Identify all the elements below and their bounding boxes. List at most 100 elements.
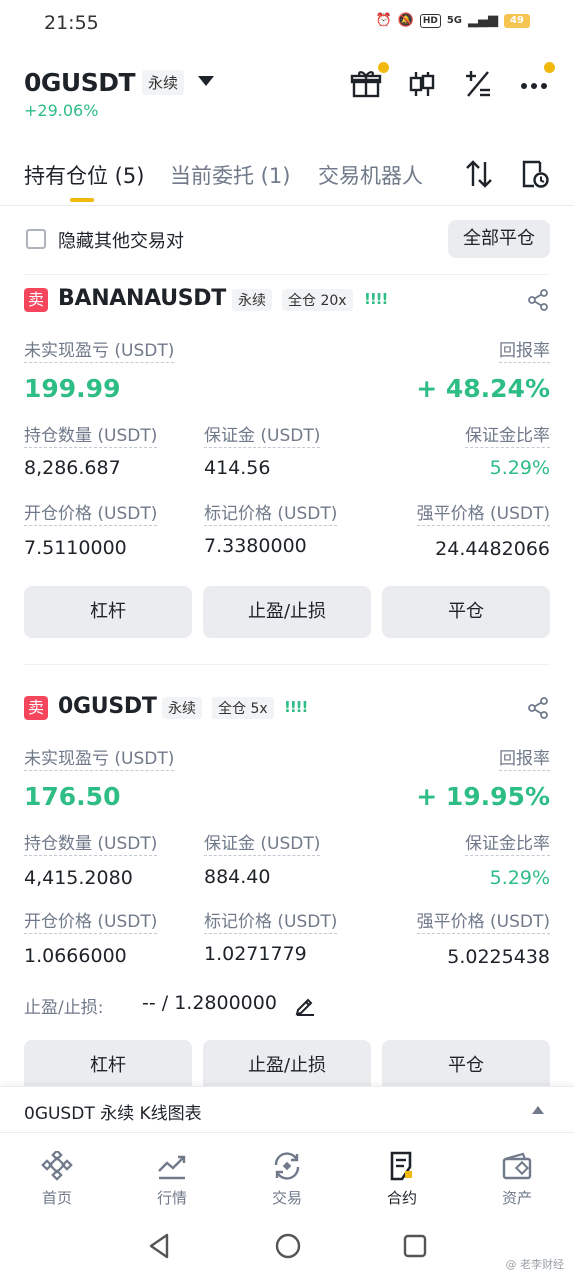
tab-positions[interactable]: 持有仓位 (5) xyxy=(24,160,144,190)
nav-label: 资产 xyxy=(501,1189,532,1207)
tpsl-button[interactable]: 止盈/止损 xyxy=(203,586,371,638)
edit-icon[interactable] xyxy=(294,994,316,1020)
unrealized-pnl-label[interactable]: 未实现盈亏 (USDT) xyxy=(24,340,175,363)
hd-icon: HD xyxy=(419,13,441,28)
alarm-icon: ⏰ xyxy=(375,13,392,28)
more-icon[interactable] xyxy=(518,68,550,100)
leverage-button[interactable]: 杠杆 xyxy=(24,586,192,638)
roi-label[interactable]: 回报率 xyxy=(499,748,550,771)
futures-icon xyxy=(390,1151,412,1181)
mark-price-value: 7.3380000 xyxy=(204,535,307,557)
calculator-icon[interactable] xyxy=(462,68,494,100)
contract-type-tag: 永续 xyxy=(232,289,272,311)
liq-price-value: 5.0225438 xyxy=(447,946,550,968)
size-value: 8,286.687 xyxy=(24,457,121,479)
bottom-nav: 首页 行情 交易 合约 资产 xyxy=(0,1132,574,1212)
kline-chart-bar[interactable]: 0GUSDT 永续 K线图表 xyxy=(0,1086,574,1132)
contract-type-tag: 永续 xyxy=(142,70,185,95)
symbol-header: 0GUSDT 永续 +29.06% xyxy=(0,60,574,130)
candlestick-icon[interactable] xyxy=(406,68,438,100)
margin-ratio-value: 5.29% xyxy=(489,867,550,889)
entry-price-value: 1.0666000 xyxy=(24,945,127,967)
symbol-title[interactable]: 0GUSDT xyxy=(24,68,136,97)
price-change: +29.06% xyxy=(24,101,99,120)
unrealized-pnl-label[interactable]: 未实现盈亏 (USDT) xyxy=(24,748,175,771)
close-position-button[interactable]: 平仓 xyxy=(382,1040,550,1086)
entry-price-label[interactable]: 开仓价格 (USDT) xyxy=(24,503,158,526)
status-icons: ⏰ 🔕 HD 5G ▂▄▆ 49 xyxy=(375,13,530,28)
wallet-icon xyxy=(502,1152,532,1180)
margin-label[interactable]: 保证金 (USDT) xyxy=(204,425,321,448)
tab-open-orders[interactable]: 当前委托 (1) xyxy=(170,160,290,190)
notification-dot xyxy=(378,62,389,73)
margin-ratio-label[interactable]: 保证金比率 xyxy=(465,425,550,448)
liq-price-label[interactable]: 强平价格 (USDT) xyxy=(416,503,550,526)
sort-icon[interactable] xyxy=(464,158,494,194)
margin-value: 414.56 xyxy=(204,457,271,479)
nav-label: 首页 xyxy=(41,1189,72,1207)
history-icon[interactable] xyxy=(520,158,550,194)
notification-dot xyxy=(544,62,555,73)
nav-label: 合约 xyxy=(386,1189,417,1207)
liq-price-label[interactable]: 强平价格 (USDT) xyxy=(416,911,550,934)
battery-icon: 49 xyxy=(504,13,530,28)
margin-ratio-label[interactable]: 保证金比率 xyxy=(465,833,550,856)
chevron-down-icon[interactable] xyxy=(198,76,214,86)
size-label[interactable]: 持仓数量 (USDT) xyxy=(24,425,158,448)
margin-mode-tag: 全仓 5x xyxy=(212,697,274,719)
unrealized-pnl-value: 199.99 xyxy=(24,374,121,403)
mark-price-label[interactable]: 标记价格 (USDT) xyxy=(204,911,338,934)
position-symbol[interactable]: 0GUSDT xyxy=(58,694,157,719)
mute-icon: 🔕 xyxy=(397,13,414,28)
tpsl-button[interactable]: 止盈/止损 xyxy=(203,1040,371,1086)
mark-price-label[interactable]: 标记价格 (USDT) xyxy=(204,503,338,526)
divider xyxy=(24,274,550,275)
system-nav: @ 老李财经 xyxy=(0,1212,574,1280)
position-symbol[interactable]: BANANAUSDT xyxy=(58,286,226,311)
unrealized-pnl-value: 176.50 xyxy=(24,782,121,811)
position-card-banana: 卖 BANANAUSDT 永续 全仓 20x !!!! 未实现盈亏 (USDT)… xyxy=(0,284,574,654)
contract-type-tag: 永续 xyxy=(162,697,202,719)
hide-other-pairs-checkbox[interactable] xyxy=(26,229,46,249)
position-card-0g: 卖 0GUSDT 永续 全仓 5x !!!! 未实现盈亏 (USDT) 回报率 … xyxy=(0,692,574,1086)
margin-value: 884.40 xyxy=(204,866,271,888)
leverage-button[interactable]: 杠杆 xyxy=(24,1040,192,1086)
status-time: 21:55 xyxy=(44,12,99,34)
tpsl-label: 止盈/止损: xyxy=(24,998,104,1018)
nav-item-home[interactable]: 首页 xyxy=(17,1151,97,1208)
trade-icon xyxy=(274,1152,300,1180)
size-label[interactable]: 持仓数量 (USDT) xyxy=(24,833,158,856)
mark-price-value: 1.0271779 xyxy=(204,943,307,965)
entry-price-value: 7.5110000 xyxy=(24,537,127,559)
nav-item-futures[interactable]: 合约 xyxy=(362,1151,442,1208)
position-tabs: 持有仓位 (5) 当前委托 (1) 交易机器人 xyxy=(0,150,574,206)
close-all-button[interactable]: 全部平仓 xyxy=(448,220,550,258)
signal-bars-icon: ▂▄▆ xyxy=(468,13,498,28)
chevron-up-icon[interactable] xyxy=(532,1106,544,1114)
risk-bars-icon: !!!! xyxy=(364,290,388,308)
nav-item-trade[interactable]: 交易 xyxy=(247,1151,327,1208)
nav-item-assets[interactable]: 资产 xyxy=(477,1151,557,1208)
share-icon[interactable] xyxy=(526,288,550,312)
margin-ratio-value: 5.29% xyxy=(489,457,550,479)
signal-icon: 5G xyxy=(446,15,462,26)
divider xyxy=(24,664,550,665)
kline-chart-label: 0GUSDT 永续 K线图表 xyxy=(24,1104,202,1124)
back-icon[interactable] xyxy=(146,1232,172,1264)
recents-icon[interactable] xyxy=(402,1233,428,1263)
watermark: @ 老李财经 xyxy=(505,1258,565,1271)
share-icon[interactable] xyxy=(526,696,550,720)
home-button-icon[interactable] xyxy=(274,1232,302,1264)
gift-icon[interactable] xyxy=(350,68,382,100)
nav-item-markets[interactable]: 行情 xyxy=(132,1151,212,1208)
entry-price-label[interactable]: 开仓价格 (USDT) xyxy=(24,911,158,934)
tab-trading-bots[interactable]: 交易机器人 xyxy=(318,160,423,190)
roi-label[interactable]: 回报率 xyxy=(499,340,550,363)
liq-price-value: 24.4482066 xyxy=(435,538,550,560)
margin-label[interactable]: 保证金 (USDT) xyxy=(204,833,321,856)
markets-icon xyxy=(158,1155,186,1180)
close-position-button[interactable]: 平仓 xyxy=(382,586,550,638)
sell-badge: 卖 xyxy=(24,696,48,720)
roi-value: + 19.95% xyxy=(416,782,550,811)
active-tab-indicator xyxy=(70,198,94,202)
